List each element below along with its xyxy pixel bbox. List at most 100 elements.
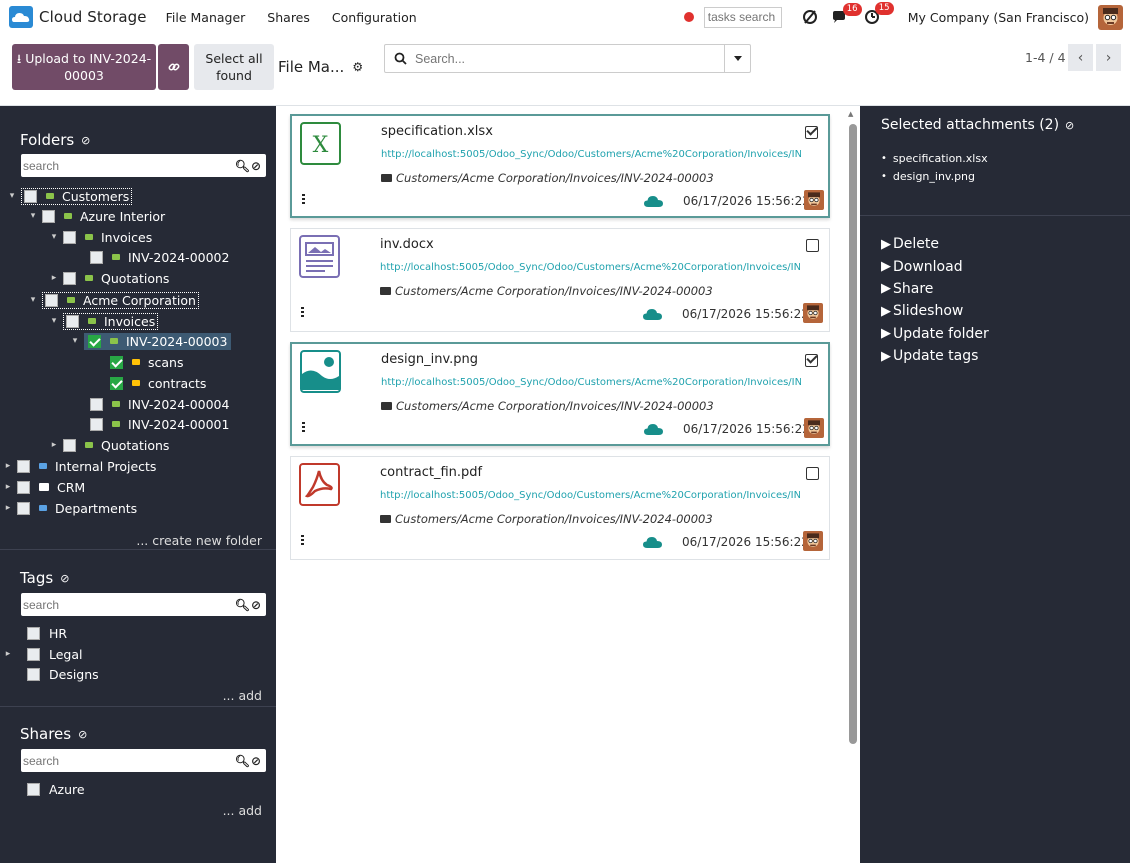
attachment-checkbox[interactable] [806, 467, 819, 480]
owner-avatar[interactable] [804, 418, 824, 438]
folder-checkbox[interactable] [24, 189, 37, 203]
folder-node-quotations[interactable]: ▸ Quotations [49, 268, 170, 288]
user-avatar[interactable] [1098, 4, 1123, 30]
folder-checkbox[interactable] [63, 438, 76, 452]
clear-filter-icon[interactable]: ⊘ [78, 728, 87, 741]
clear-selection-icon[interactable]: ⊘ [1065, 119, 1074, 132]
folder-node-azure-interior[interactable]: ▾ Azure Interior [28, 206, 165, 226]
add-share-link[interactable]: ... add [223, 803, 262, 818]
attachment-name[interactable]: contract_fin.pdf [380, 465, 482, 480]
pager-next-button[interactable]: › [1096, 44, 1121, 71]
attachment-checkbox[interactable] [806, 239, 819, 252]
tag-hr[interactable]: HR [27, 623, 67, 643]
folder-checkbox-checked[interactable] [88, 334, 101, 348]
action-share[interactable]: ▶ Share [881, 278, 989, 300]
company-switcher[interactable]: My Company (San Francisco) [908, 10, 1089, 25]
clear-filter-icon[interactable]: ⊘ [81, 134, 90, 147]
action-download[interactable]: ▶ Download [881, 255, 989, 277]
folder-node-acme-corporation[interactable]: ▾ Acme Corporation [28, 290, 199, 310]
folder-node-departments[interactable]: ▸ Departments [3, 498, 137, 518]
search-options-toggle[interactable] [724, 45, 750, 72]
more-options-icon[interactable] [301, 535, 304, 545]
folder-node-acme-quotations[interactable]: ▸ Quotations [49, 435, 170, 455]
caret-right-icon[interactable]: ▸ [3, 482, 13, 492]
action-slideshow[interactable]: ▶ Slideshow [881, 300, 989, 322]
search-clear-icons[interactable]: 🔍︎⊘ [235, 754, 262, 768]
caret-down-icon[interactable]: ▾ [70, 336, 80, 346]
folder-checkbox[interactable] [17, 480, 30, 494]
tag-designs[interactable]: Designs [27, 664, 99, 684]
add-tag-link[interactable]: ... add [223, 688, 262, 703]
folder-checkbox[interactable] [90, 250, 103, 264]
messages-icon[interactable]: 16 [832, 2, 862, 25]
folder-node-invoices[interactable]: ▾ Invoices [49, 227, 152, 247]
attachment-card[interactable]: inv.docx http://localhost:5005/Odoo_Sync… [290, 228, 830, 332]
caret-right-icon[interactable]: ▸ [49, 440, 59, 450]
folders-search[interactable]: 🔍︎⊘ [21, 154, 266, 177]
search-clear-icons[interactable]: 🔍︎⊘ [235, 159, 262, 173]
folder-checkbox[interactable] [90, 397, 103, 411]
debug-icon[interactable] [802, 9, 818, 25]
caret-right-icon[interactable]: ▸ [3, 461, 13, 471]
attachment-card[interactable]: X specification.xlsx http://localhost:50… [290, 114, 830, 218]
more-options-icon[interactable] [301, 307, 304, 317]
add-link-button[interactable] [158, 44, 189, 90]
folder-checkbox[interactable] [66, 314, 79, 328]
tags-search-input[interactable] [21, 597, 235, 612]
caret-down-icon[interactable]: ▾ [28, 211, 38, 221]
share-azure[interactable]: Azure [27, 779, 85, 799]
search-input[interactable] [415, 51, 724, 66]
owner-avatar[interactable] [804, 190, 824, 210]
caret-right-icon[interactable]: ▸ [49, 273, 59, 283]
menu-configuration[interactable]: Configuration [332, 10, 417, 25]
scroll-up-arrow-icon[interactable]: ▲ [848, 110, 853, 118]
upload-button[interactable]: ⭳ Upload to INV-2024-00003 [12, 44, 156, 90]
tag-checkbox[interactable] [27, 626, 40, 640]
clear-filter-icon[interactable]: ⊘ [60, 572, 69, 585]
tags-search[interactable]: 🔍︎⊘ [21, 593, 266, 616]
caret-down-icon[interactable]: ▾ [7, 191, 17, 201]
shares-search-input[interactable] [21, 753, 235, 768]
folder-node-customers[interactable]: ▾ Customers [7, 186, 133, 206]
folder-checkbox[interactable] [17, 459, 30, 473]
folder-node-internal-projects[interactable]: ▸ Internal Projects [3, 456, 157, 476]
menu-file-manager[interactable]: File Manager [166, 10, 246, 25]
attachment-card[interactable]: contract_fin.pdf http://localhost:5005/O… [290, 456, 830, 560]
attachment-url[interactable]: http://localhost:5005/Odoo_Sync/Odoo/Cus… [380, 490, 800, 501]
tag-checkbox[interactable] [27, 647, 40, 661]
search-bar[interactable] [384, 44, 751, 73]
owner-avatar[interactable] [803, 531, 823, 551]
attachment-name[interactable]: inv.docx [380, 237, 434, 252]
attachment-url[interactable]: http://localhost:5005/Odoo_Sync/Odoo/Cus… [380, 262, 800, 273]
attachment-checkbox-checked[interactable] [805, 354, 818, 367]
folder-node-inv-2024-00002[interactable]: INV-2024-00002 [90, 247, 229, 267]
share-checkbox[interactable] [27, 782, 40, 796]
action-update-folder[interactable]: ▶ Update folder [881, 323, 989, 345]
caret-down-icon[interactable]: ▾ [28, 295, 38, 305]
attachment-name[interactable]: design_inv.png [381, 352, 478, 367]
attachment-checkbox-checked[interactable] [805, 126, 818, 139]
folder-node-contracts[interactable]: contracts [110, 373, 206, 393]
tag-legal[interactable]: ▸ Legal [3, 644, 83, 664]
activities-clock-icon[interactable]: 15 [864, 2, 894, 25]
brand[interactable]: Cloud Storage [9, 6, 147, 28]
folder-node-scans[interactable]: scans [110, 352, 183, 372]
owner-avatar[interactable] [803, 303, 823, 323]
caret-right-icon[interactable]: ▸ [3, 503, 13, 513]
list-scrollbar[interactable]: ▲ [847, 110, 857, 855]
pager-previous-button[interactable]: ‹ [1068, 44, 1093, 71]
folder-checkbox[interactable] [42, 209, 55, 223]
gear-icon[interactable]: ⚙ [352, 60, 363, 74]
action-delete[interactable]: ▶ Delete [881, 233, 989, 255]
folder-checkbox[interactable] [63, 271, 76, 285]
more-options-icon[interactable] [302, 194, 305, 204]
folder-node-inv-2024-00004[interactable]: INV-2024-00004 [90, 394, 229, 414]
tasks-search-input[interactable] [703, 6, 782, 28]
caret-down-icon[interactable]: ▾ [49, 316, 59, 326]
folder-node-inv-2024-00003[interactable]: ▾ INV-2024-00003 [70, 331, 232, 351]
menu-shares[interactable]: Shares [267, 10, 310, 25]
folder-node-acme-invoices[interactable]: ▾ Invoices [49, 311, 159, 331]
folder-checkbox[interactable] [45, 293, 58, 307]
attachment-url[interactable]: http://localhost:5005/Odoo_Sync/Odoo/Cus… [381, 149, 801, 160]
attachment-name[interactable]: specification.xlsx [381, 124, 493, 139]
